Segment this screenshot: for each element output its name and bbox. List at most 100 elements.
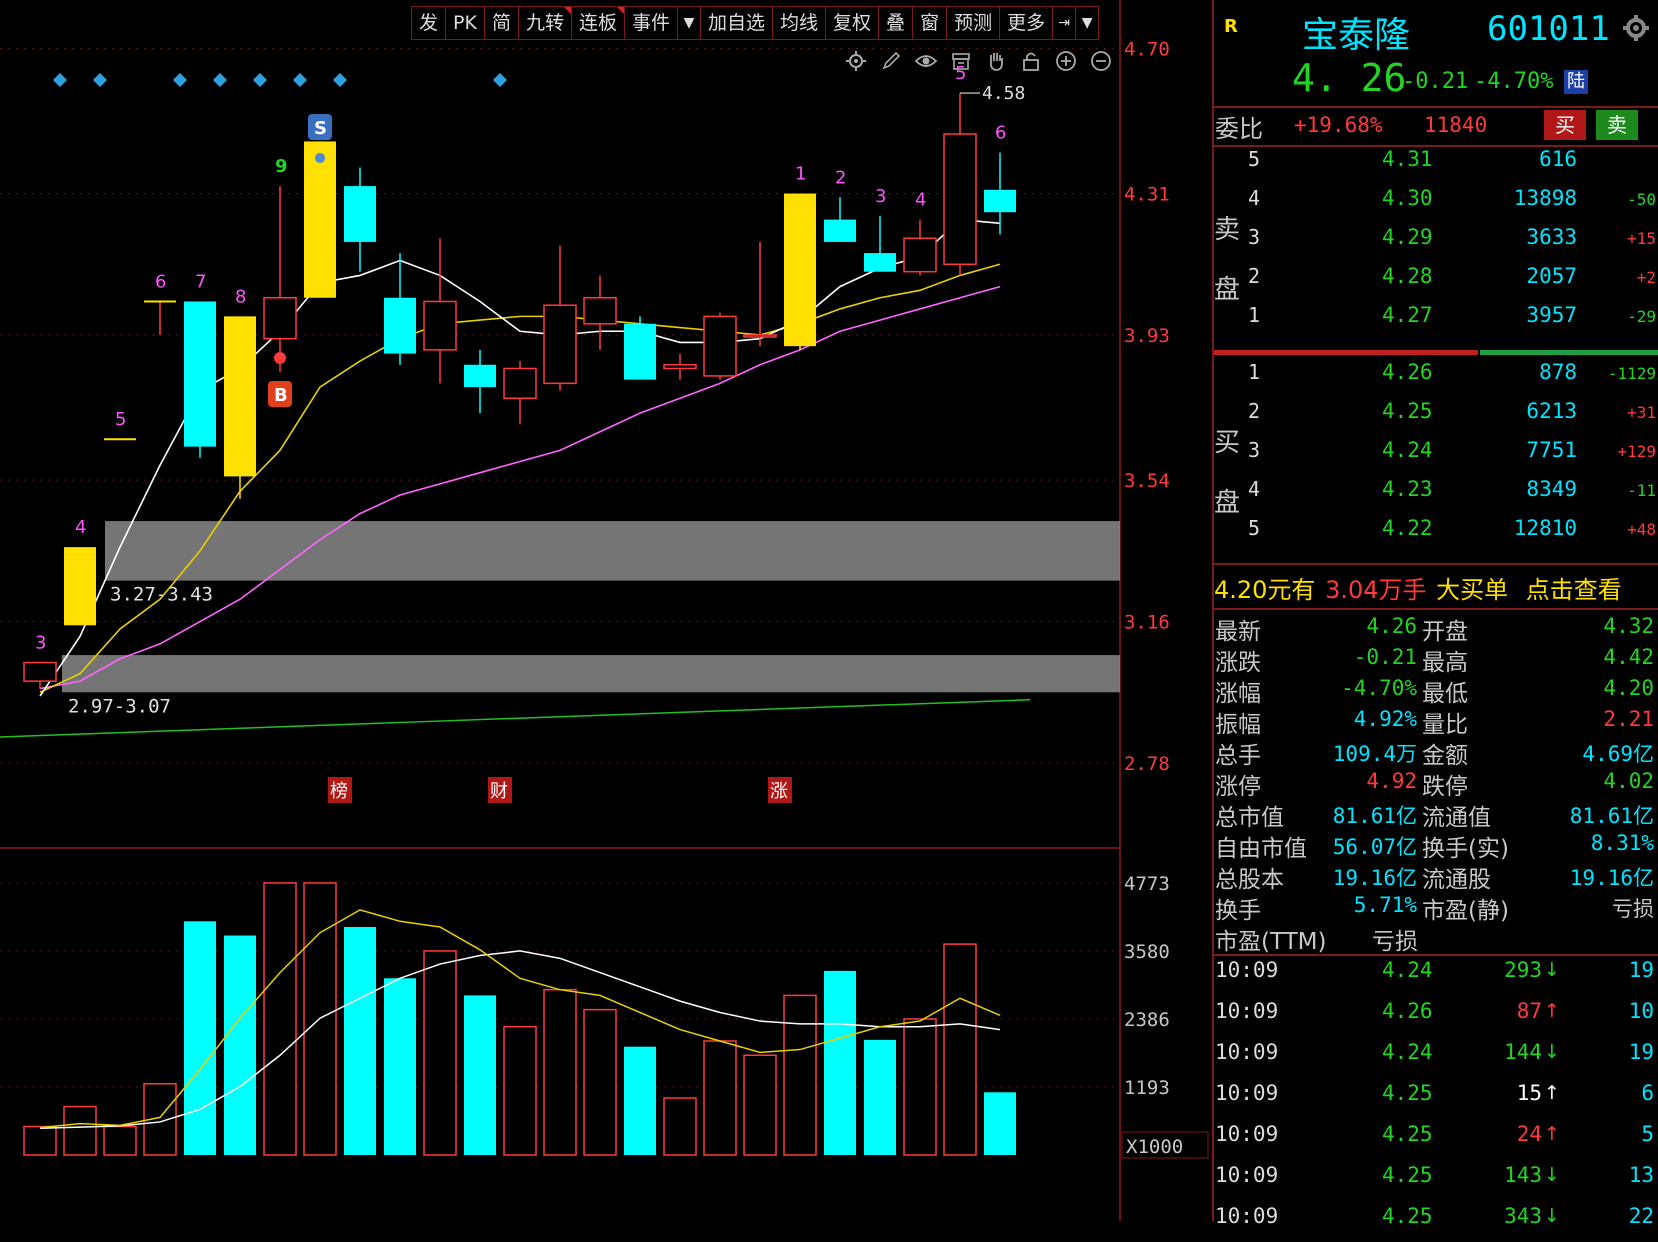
toolbar-pk-button[interactable]: PK — [446, 6, 485, 40]
arrow-down-icon: ↓ — [1544, 959, 1560, 981]
diamond-marker — [253, 73, 267, 87]
volume-bar — [663, 1097, 697, 1156]
toolbar-ma-button[interactable]: 均线 — [773, 6, 827, 40]
tick-time: 10:09 — [1215, 1204, 1279, 1228]
candle-body — [743, 334, 777, 338]
ask-price: 4.27 — [1382, 303, 1433, 327]
toolbar-fa-button[interactable]: 发 — [411, 6, 447, 40]
volume-bar — [824, 970, 856, 1155]
volume-tick-label: 4773 — [1124, 873, 1170, 895]
bid-row[interactable]: 5 4.22 12810 +48 — [1212, 516, 1658, 552]
candle — [464, 349, 496, 414]
tick-price: 4.25 — [1382, 1163, 1433, 1187]
more-dropdown-icon[interactable]: ▼ — [1076, 6, 1100, 40]
candle-body — [384, 297, 416, 354]
ask-row[interactable]: 4 4.30 13898 -50 — [1212, 186, 1658, 222]
ask-row[interactable]: 2 4.28 2057 +2 — [1212, 264, 1658, 300]
tick-row: 10:09 4.25 343 ↓ 22 — [1212, 1204, 1658, 1242]
weibi-label: 委比 — [1215, 115, 1263, 143]
candle-body — [903, 237, 937, 273]
bid-ratio-bar — [1480, 350, 1658, 355]
big-order-notice[interactable]: 4.20元有 3.04万手 大买单 点击查看 — [1214, 570, 1622, 605]
buy-button[interactable]: 买 — [1544, 110, 1586, 140]
toolbar-add-watchlist-button[interactable]: 加自选 — [701, 6, 774, 40]
toolbar-events-button[interactable]: 事件 — [624, 6, 678, 40]
price-tick-label: 4.70 — [1124, 38, 1170, 60]
gear-icon[interactable] — [1622, 14, 1650, 46]
bid-row[interactable]: 2 4.25 6213 +31 — [1212, 399, 1658, 435]
sell-button[interactable]: 卖 — [1596, 110, 1638, 140]
signal-s-dot — [315, 153, 325, 163]
candle-body — [583, 297, 617, 325]
candle — [824, 197, 856, 242]
big-order-price: 4.20元有 — [1214, 576, 1316, 604]
stat-value: 4.32 — [1603, 614, 1654, 638]
archive-icon[interactable] — [948, 48, 974, 74]
candle — [224, 316, 256, 499]
price-tick-label: 4.31 — [1124, 184, 1170, 206]
candle — [543, 245, 577, 391]
toolbar-forecast-button[interactable]: 预测 — [947, 6, 1001, 40]
candle-body — [464, 364, 496, 388]
tick-volume: 24 — [1516, 1122, 1542, 1146]
ask-volume: 616 — [1539, 147, 1577, 171]
signal-b-dot — [274, 352, 286, 364]
bid-level: 3 — [1248, 438, 1261, 462]
ask-row[interactable]: 3 4.29 3633 +15 — [1212, 225, 1658, 261]
tick-volume: 143 — [1504, 1163, 1542, 1187]
arrow-up-icon: ↑ — [1544, 1000, 1560, 1022]
view-detail-link[interactable]: 点击查看 — [1526, 576, 1622, 604]
ask-price: 4.28 — [1382, 264, 1433, 288]
tick-row: 10:09 4.24 293 ↓ 19 — [1212, 958, 1658, 996]
toolbar-simple-button[interactable]: 简 — [484, 6, 519, 40]
lock-icon[interactable] — [1018, 48, 1044, 74]
pen-icon[interactable] — [878, 48, 904, 74]
volume-bar — [464, 995, 496, 1155]
candle-body — [423, 300, 457, 351]
bid-row[interactable]: 1 4.26 878 -1129 — [1212, 360, 1658, 396]
toolbar-window-button[interactable]: 窗 — [913, 6, 948, 40]
candle — [384, 253, 416, 365]
ask-row[interactable]: 5 4.31 616 — [1212, 147, 1658, 183]
volume-tick-label: 1193 — [1124, 1077, 1170, 1099]
toolbar-more-button[interactable]: 更多 — [1000, 6, 1054, 40]
price-chart[interactable]: 4.70 4.31 3.93 3.54 3.16 2.78 3.27-3.43 2.97-3.… — [0, 0, 1212, 850]
candle — [64, 547, 96, 626]
bid-row[interactable]: 4 4.23 8349 -11 — [1212, 477, 1658, 513]
ask-price: 4.29 — [1382, 225, 1433, 249]
stat-label: 涨幅 — [1215, 681, 1261, 707]
tick-time: 10:09 — [1215, 1122, 1279, 1146]
toolbar-adjust-button[interactable]: 复权 — [826, 6, 880, 40]
volume-tick-label: 2386 — [1124, 1009, 1170, 1031]
tick-volume: 293 — [1504, 958, 1542, 982]
candle-body — [943, 133, 977, 266]
volume-bar — [864, 1039, 896, 1155]
diamond-marker — [333, 73, 347, 87]
volume-bar — [783, 994, 817, 1156]
stat-label: 最高 — [1422, 650, 1468, 676]
toolbar-nine-turn-button[interactable]: 九转 — [518, 6, 572, 40]
candle — [943, 93, 977, 276]
toolbar-limit-board-button[interactable]: 连板 — [571, 6, 625, 40]
hand-icon[interactable] — [983, 48, 1009, 74]
volume-chart[interactable]: 4773 3580 2386 1193 X1000 — [0, 850, 1212, 1221]
eye-icon[interactable] — [913, 48, 939, 74]
price-tick-label: 3.16 — [1124, 612, 1170, 634]
candle — [144, 300, 176, 335]
toolbar-overlay-button[interactable]: 叠 — [879, 6, 914, 40]
settings-icon[interactable] — [843, 48, 869, 74]
pin-right-icon[interactable]: ⇥ — [1053, 6, 1077, 40]
ask-row[interactable]: 1 4.27 3957 -29 — [1212, 303, 1658, 339]
bid-price: 4.25 — [1382, 399, 1433, 423]
ask-level: 3 — [1248, 225, 1261, 249]
events-dropdown-icon[interactable]: ▼ — [678, 6, 701, 40]
big-order-volume: 3.04万手 — [1325, 576, 1427, 604]
support-zone — [105, 521, 1120, 581]
bid-row[interactable]: 3 4.24 7751 +129 — [1212, 438, 1658, 474]
ask-volume: 3957 — [1526, 303, 1577, 327]
volume-bar — [903, 1018, 937, 1156]
zoom-in-icon[interactable] — [1053, 48, 1079, 74]
zoom-out-icon[interactable] — [1088, 48, 1114, 74]
volume-bar — [103, 1125, 137, 1156]
bid-volume: 8349 — [1526, 477, 1577, 501]
